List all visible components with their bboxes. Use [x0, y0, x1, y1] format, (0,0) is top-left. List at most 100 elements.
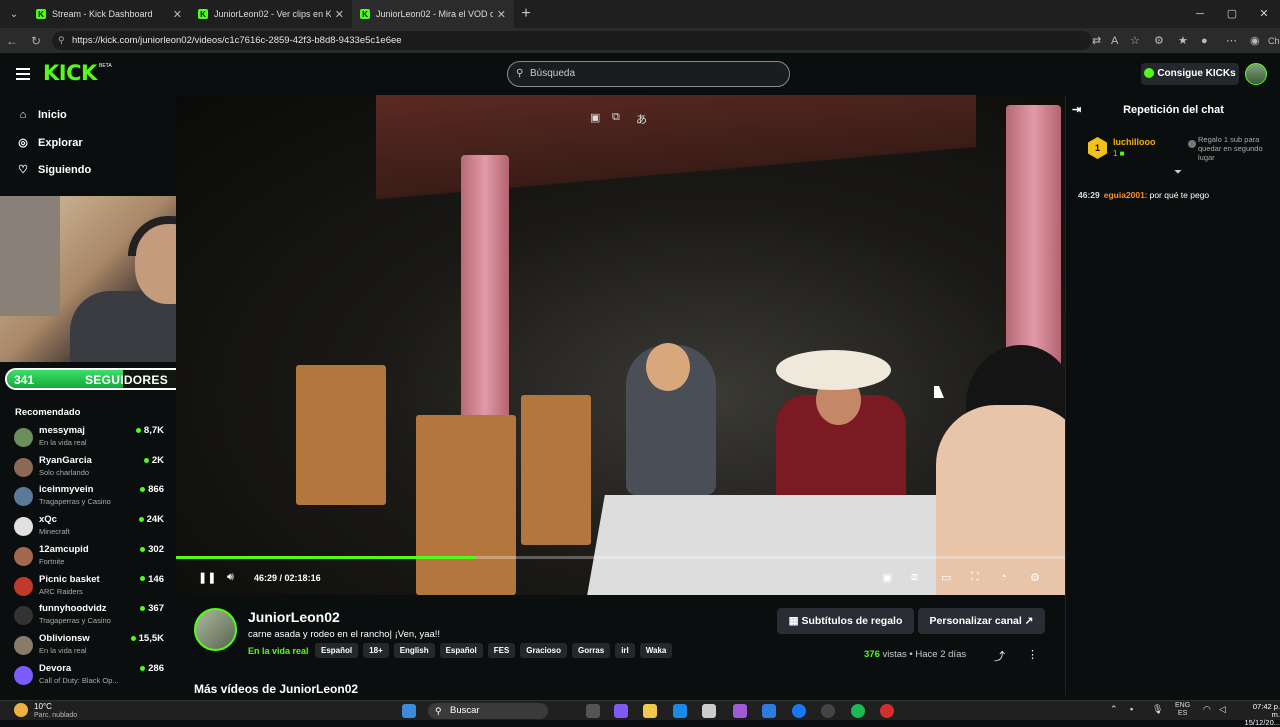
extensions-icon[interactable]: ⚙ [1154, 28, 1164, 53]
channel-name[interactable]: JuniorLeon02 [248, 609, 340, 625]
tag-chip[interactable]: Gorras [571, 643, 611, 658]
search-input[interactable]: ⚲ Búsqueda [507, 61, 790, 87]
chat-username[interactable]: eguia2001 [1104, 190, 1145, 200]
tab-list-chevron-icon[interactable]: ⌄ [0, 0, 28, 28]
video-player[interactable]: ▣ ⧉ あ ❚❚ 🔊︎ 46:29 / 02:18:16 ▣ ⧈ ▭ ⛶ ◔ ⚙ [176, 95, 1065, 595]
get-kicks-button[interactable]: Consigue KICKs [1141, 63, 1239, 85]
new-tab-button[interactable]: + [514, 5, 538, 23]
recommended-channel[interactable]: funnyhoodvidz Tragaperras y Casino 367 [14, 603, 164, 631]
maximize-icon[interactable]: ▢ [1216, 0, 1248, 28]
hamburger-menu-icon[interactable] [16, 68, 30, 80]
stream-category[interactable]: En la vida real [248, 646, 309, 656]
copilot-label: Ch [1268, 35, 1280, 46]
spotify-icon[interactable] [851, 704, 865, 718]
viewer-count: 24K [138, 514, 164, 525]
tray-app-icon[interactable]: ▪ [1130, 704, 1133, 714]
collapse-chat-icon[interactable]: ⇥ [1072, 95, 1081, 125]
fullscreen-icon[interactable]: ⛶ [971, 571, 979, 584]
file-explorer-icon[interactable] [643, 704, 657, 718]
recommended-channel[interactable]: Picnic basket ARC Raiders 146 [14, 574, 164, 602]
clock[interactable]: 07:42 p. m. 15/12/20... [1243, 703, 1280, 727]
seek-bar[interactable] [176, 556, 1065, 559]
more-options-icon[interactable]: ⋮ [1027, 648, 1038, 661]
mail-icon[interactable] [762, 704, 776, 718]
close-window-icon[interactable]: ✕ [1248, 0, 1280, 28]
speed-icon[interactable]: ◔ [1000, 571, 1007, 583]
language-indicator[interactable]: ENG ES [1175, 702, 1190, 718]
favorites-icon[interactable]: ★ [1178, 28, 1188, 53]
task-view-icon[interactable] [586, 704, 600, 718]
expand-pinned-icon[interactable]: ⏷ [1174, 167, 1182, 178]
read-aloud-icon[interactable]: A [1111, 28, 1118, 53]
recommended-channel[interactable]: Oblivionsw En la vida real 15,5K [14, 633, 164, 661]
recommended-channel[interactable]: RyanGarcia Solo charlando 2K [14, 455, 164, 483]
video-age: Hace 2 días [915, 649, 967, 660]
mic-icon[interactable]: 🎙︎ [1152, 704, 1163, 715]
translate-video-icon[interactable]: あ [636, 111, 647, 127]
favorite-star-icon[interactable]: ☆ [1130, 28, 1140, 53]
sidebar-item-siguiendo[interactable]: ♡ Siguiendo [16, 163, 91, 177]
tag-chip[interactable]: English [393, 643, 435, 658]
tray-chevron-icon[interactable]: ⌃ [1110, 704, 1118, 715]
app-icon[interactable] [880, 704, 894, 718]
facebook-icon[interactable] [792, 704, 806, 718]
user-avatar[interactable] [1245, 63, 1267, 85]
screenshot-icon[interactable]: ▣ [590, 111, 600, 124]
gift-user[interactable]: luchillooo [1113, 137, 1156, 147]
recommended-channel[interactable]: iceinmyvein Tragaperras y Casino 866 [14, 484, 164, 512]
tab-clips[interactable]: K JuniorLeon02 - Ver clips en Kick ✕ [190, 0, 352, 28]
close-tab-icon[interactable]: ✕ [173, 8, 182, 21]
recommended-channel[interactable]: 12amcupid Fortnite 302 [14, 544, 164, 572]
minimize-icon[interactable]: ─ [1184, 0, 1216, 28]
close-tab-icon[interactable]: ✕ [335, 8, 344, 21]
tab-kick-dashboard[interactable]: K Stream - Kick Dashboard ✕ [28, 0, 190, 28]
copilot-icon[interactable]: ◉ [1250, 28, 1260, 53]
clip-icon[interactable]: ⧉ [612, 111, 620, 124]
app-icon[interactable] [733, 704, 747, 718]
tag-chip[interactable]: 18+ [363, 643, 389, 658]
clip-button-icon[interactable]: ⧈ [911, 571, 918, 584]
translate-icon[interactable]: ⇄ [1092, 28, 1101, 53]
gift-subs-button[interactable]: ▦ Subtítulos de regalo [777, 608, 914, 634]
more-icon[interactable]: ⋯ [1226, 28, 1237, 53]
close-tab-icon[interactable]: ✕ [497, 8, 506, 21]
pause-icon[interactable]: ❚❚ [198, 571, 216, 584]
profile-icon[interactable]: ● [1201, 28, 1208, 53]
recommended-channel[interactable]: xQc Minecraft 24K [14, 514, 164, 542]
copilot-app-icon[interactable] [614, 704, 628, 718]
tab-vod[interactable]: K JuniorLeon02 - Mira el VOD d... ✕ [352, 0, 514, 28]
tag-chip[interactable]: Español [315, 643, 359, 658]
channel-category: En la vida real [39, 438, 87, 447]
sidebar-item-explorar[interactable]: ◎ Explorar [16, 136, 82, 150]
recommended-channel[interactable]: messymaj En la vida real 8,7K [14, 425, 164, 453]
edge-icon[interactable] [673, 704, 687, 718]
tag-chip[interactable]: Español [439, 643, 483, 658]
tag-list: Español 18+ English Español FES Gracioso Gorra… [315, 643, 677, 658]
windows-start-icon[interactable] [402, 704, 416, 718]
sidebar-item-inicio[interactable]: ⌂ Inicio [16, 109, 67, 121]
url-field[interactable]: ⚲ https://kick.com/juniorleon02/videos/c… [52, 31, 1092, 50]
person-head-scene [646, 343, 690, 391]
kick-logo[interactable]: KICK [43, 61, 97, 85]
volume-icon[interactable]: 🔊︎ [227, 571, 234, 584]
taskbar-search[interactable]: ⚲ Buscar [428, 703, 548, 719]
tag-chip[interactable]: FES [487, 643, 516, 658]
back-icon[interactable]: ← [0, 34, 24, 48]
theater-mode-icon[interactable]: ▭ [941, 571, 951, 584]
recommended-channel[interactable]: Devora Call of Duty: Black Op... 286 [14, 663, 164, 691]
site-info-icon[interactable]: ⚲ [58, 31, 65, 50]
tag-chip[interactable]: Waka [639, 643, 673, 658]
tag-chip[interactable]: irl [615, 643, 635, 658]
wifi-icon[interactable]: ◠ [1203, 704, 1211, 715]
customize-channel-button[interactable]: Personalizar canal ↗ [918, 608, 1045, 634]
volume-tray-icon[interactable]: ◁ [1219, 704, 1226, 715]
tag-chip[interactable]: Gracioso [520, 643, 567, 658]
settings-gear-icon[interactable]: ⚙ [1030, 571, 1040, 584]
mini-player-icon[interactable]: ▣ [882, 571, 892, 584]
share-icon[interactable]: ⤴ [994, 648, 1005, 664]
channel-avatar[interactable] [194, 608, 237, 651]
store-icon[interactable] [702, 704, 716, 718]
channel-avatar [14, 457, 33, 477]
reload-icon[interactable]: ↻ [24, 34, 48, 48]
app-icon[interactable] [821, 704, 835, 718]
